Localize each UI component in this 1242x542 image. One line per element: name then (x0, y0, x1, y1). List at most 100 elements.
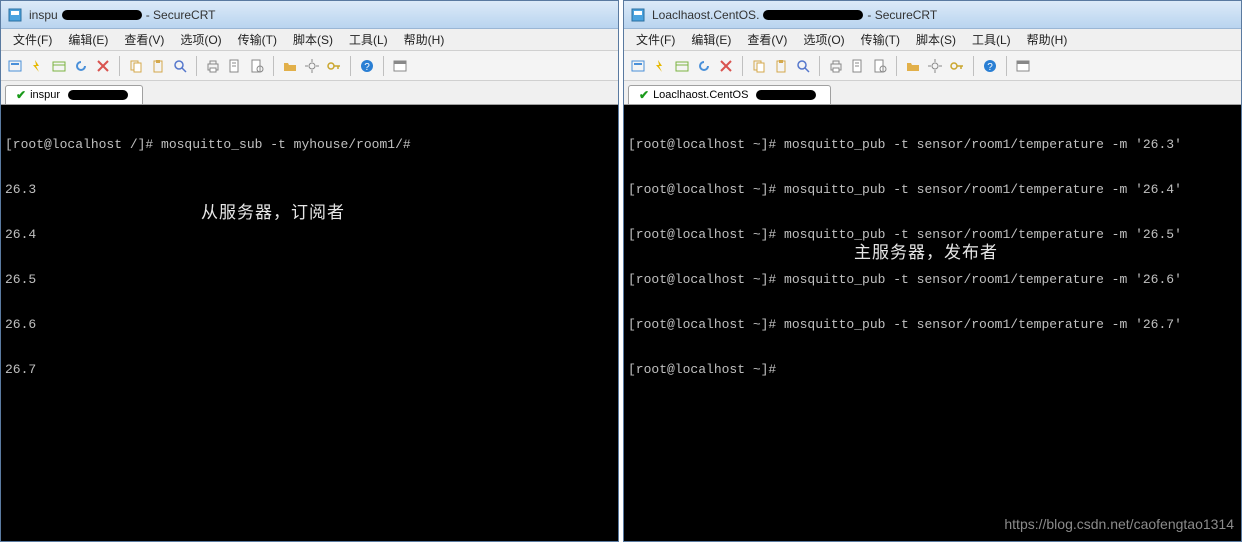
check-icon: ✔ (639, 88, 649, 102)
menu-script[interactable]: 脚本(S) (287, 29, 339, 50)
window-title-left: inspu - SecureCRT (29, 8, 215, 22)
toolbar-separator (273, 56, 274, 76)
key-icon[interactable] (324, 56, 344, 76)
terminal-line: [root@localhost ~]# mosquitto_pub -t sen… (628, 317, 1237, 332)
session-mgr-icon[interactable] (49, 56, 69, 76)
menubar-right: 文件(F) 编辑(E) 查看(V) 选项(O) 传输(T) 脚本(S) 工具(L… (624, 29, 1241, 51)
tab-label: inspur (30, 89, 60, 101)
properties-icon[interactable] (870, 56, 890, 76)
reconnect-icon[interactable] (694, 56, 714, 76)
menu-script[interactable]: 脚本(S) (910, 29, 962, 50)
svg-text:?: ? (987, 62, 993, 73)
menu-view[interactable]: 查看(V) (118, 29, 170, 50)
find-icon[interactable] (170, 56, 190, 76)
page-setup-icon[interactable] (848, 56, 868, 76)
quick-connect-icon[interactable] (650, 56, 670, 76)
titlebar-right[interactable]: Loaclhaost.CentOS. - SecureCRT (624, 1, 1241, 29)
terminal-line: 26.7 (5, 362, 614, 377)
tab-label: Loaclhaost.CentOS (653, 89, 748, 101)
print-icon[interactable] (203, 56, 223, 76)
terminal-line: 26.6 (5, 317, 614, 332)
window-title-right: Loaclhaost.CentOS. - SecureCRT (652, 8, 937, 22)
menu-help[interactable]: 帮助(H) (398, 29, 451, 50)
toolbar-separator (119, 56, 120, 76)
window-left: inspu - SecureCRT 文件(F) 编辑(E) 查看(V) 选项(O… (0, 0, 619, 542)
terminal-line: 26.5 (5, 272, 614, 287)
new-session-icon[interactable] (628, 56, 648, 76)
app-icon (630, 7, 646, 23)
redacted-text (756, 90, 816, 100)
toolbar-left: ? (1, 51, 618, 81)
title-suffix: - SecureCRT (146, 8, 216, 22)
terminal-line: 26.3 (5, 182, 614, 197)
menu-edit[interactable]: 编辑(E) (685, 29, 737, 50)
terminal-line: [root@localhost ~]# mosquitto_pub -t sen… (628, 227, 1237, 242)
terminal-line: 26.4 (5, 227, 614, 242)
toolbar-separator (350, 56, 351, 76)
copy-icon[interactable] (126, 56, 146, 76)
terminal-line: [root@localhost ~]# mosquitto_pub -t sen… (628, 182, 1237, 197)
menu-help[interactable]: 帮助(H) (1021, 29, 1074, 50)
terminal-line: [root@localhost ~]# mosquitto_pub -t sen… (628, 137, 1237, 152)
menu-transfer[interactable]: 传输(T) (855, 29, 906, 50)
menu-tools[interactable]: 工具(L) (343, 29, 394, 50)
help-icon[interactable]: ? (980, 56, 1000, 76)
tab-session-left[interactable]: ✔ inspur (5, 85, 143, 104)
title-suffix: - SecureCRT (867, 8, 937, 22)
toolbar-separator (1006, 56, 1007, 76)
quick-connect-icon[interactable] (27, 56, 47, 76)
title-prefix: Loaclhaost.CentOS. (652, 8, 759, 22)
key-icon[interactable] (947, 56, 967, 76)
copy-icon[interactable] (749, 56, 769, 76)
disconnect-icon[interactable] (716, 56, 736, 76)
titlebar-left[interactable]: inspu - SecureCRT (1, 1, 618, 29)
tabbar-right: ✔ Loaclhaost.CentOS (624, 81, 1241, 105)
new-session-icon[interactable] (5, 56, 25, 76)
redacted-text (68, 90, 128, 100)
toolbar-separator (896, 56, 897, 76)
paste-icon[interactable] (771, 56, 791, 76)
title-prefix: inspu (29, 8, 58, 22)
menu-transfer[interactable]: 传输(T) (232, 29, 283, 50)
toolbar-separator (742, 56, 743, 76)
open-folder-icon[interactable] (280, 56, 300, 76)
menu-options[interactable]: 选项(O) (797, 29, 850, 50)
toolbar-separator (819, 56, 820, 76)
redacted-text (763, 10, 863, 20)
menu-file[interactable]: 文件(F) (7, 29, 58, 50)
menu-file[interactable]: 文件(F) (630, 29, 681, 50)
toolbar-separator (973, 56, 974, 76)
reconnect-icon[interactable] (71, 56, 91, 76)
annotation-right: 主服务器，发布者 (854, 245, 998, 260)
terminal-line: [root@localhost ~]# (628, 362, 1237, 377)
properties-icon[interactable] (247, 56, 267, 76)
toolbar-right: ? (624, 51, 1241, 81)
window-right: Loaclhaost.CentOS. - SecureCRT 文件(F) 编辑(… (623, 0, 1242, 542)
disconnect-icon[interactable] (93, 56, 113, 76)
tabbar-left: ✔ inspur (1, 81, 618, 105)
page-setup-icon[interactable] (225, 56, 245, 76)
menu-options[interactable]: 选项(O) (174, 29, 227, 50)
settings-icon[interactable] (302, 56, 322, 76)
print-icon[interactable] (826, 56, 846, 76)
find-icon[interactable] (793, 56, 813, 76)
dialog-icon[interactable] (1013, 56, 1033, 76)
session-mgr-icon[interactable] (672, 56, 692, 76)
tab-session-right[interactable]: ✔ Loaclhaost.CentOS (628, 85, 831, 104)
redacted-text (62, 10, 142, 20)
menu-edit[interactable]: 编辑(E) (62, 29, 114, 50)
terminal-right[interactable]: [root@localhost ~]# mosquitto_pub -t sen… (624, 105, 1241, 541)
help-icon[interactable]: ? (357, 56, 377, 76)
terminal-line: [root@localhost /]# mosquitto_sub -t myh… (5, 137, 614, 152)
paste-icon[interactable] (148, 56, 168, 76)
dialog-icon[interactable] (390, 56, 410, 76)
menu-view[interactable]: 查看(V) (741, 29, 793, 50)
open-folder-icon[interactable] (903, 56, 923, 76)
settings-icon[interactable] (925, 56, 945, 76)
terminal-left[interactable]: [root@localhost /]# mosquitto_sub -t myh… (1, 105, 618, 541)
check-icon: ✔ (16, 88, 26, 102)
menu-tools[interactable]: 工具(L) (966, 29, 1017, 50)
watermark: https://blog.csdn.net/caofengtao1314 (1004, 516, 1234, 532)
menubar-left: 文件(F) 编辑(E) 查看(V) 选项(O) 传输(T) 脚本(S) 工具(L… (1, 29, 618, 51)
toolbar-separator (196, 56, 197, 76)
